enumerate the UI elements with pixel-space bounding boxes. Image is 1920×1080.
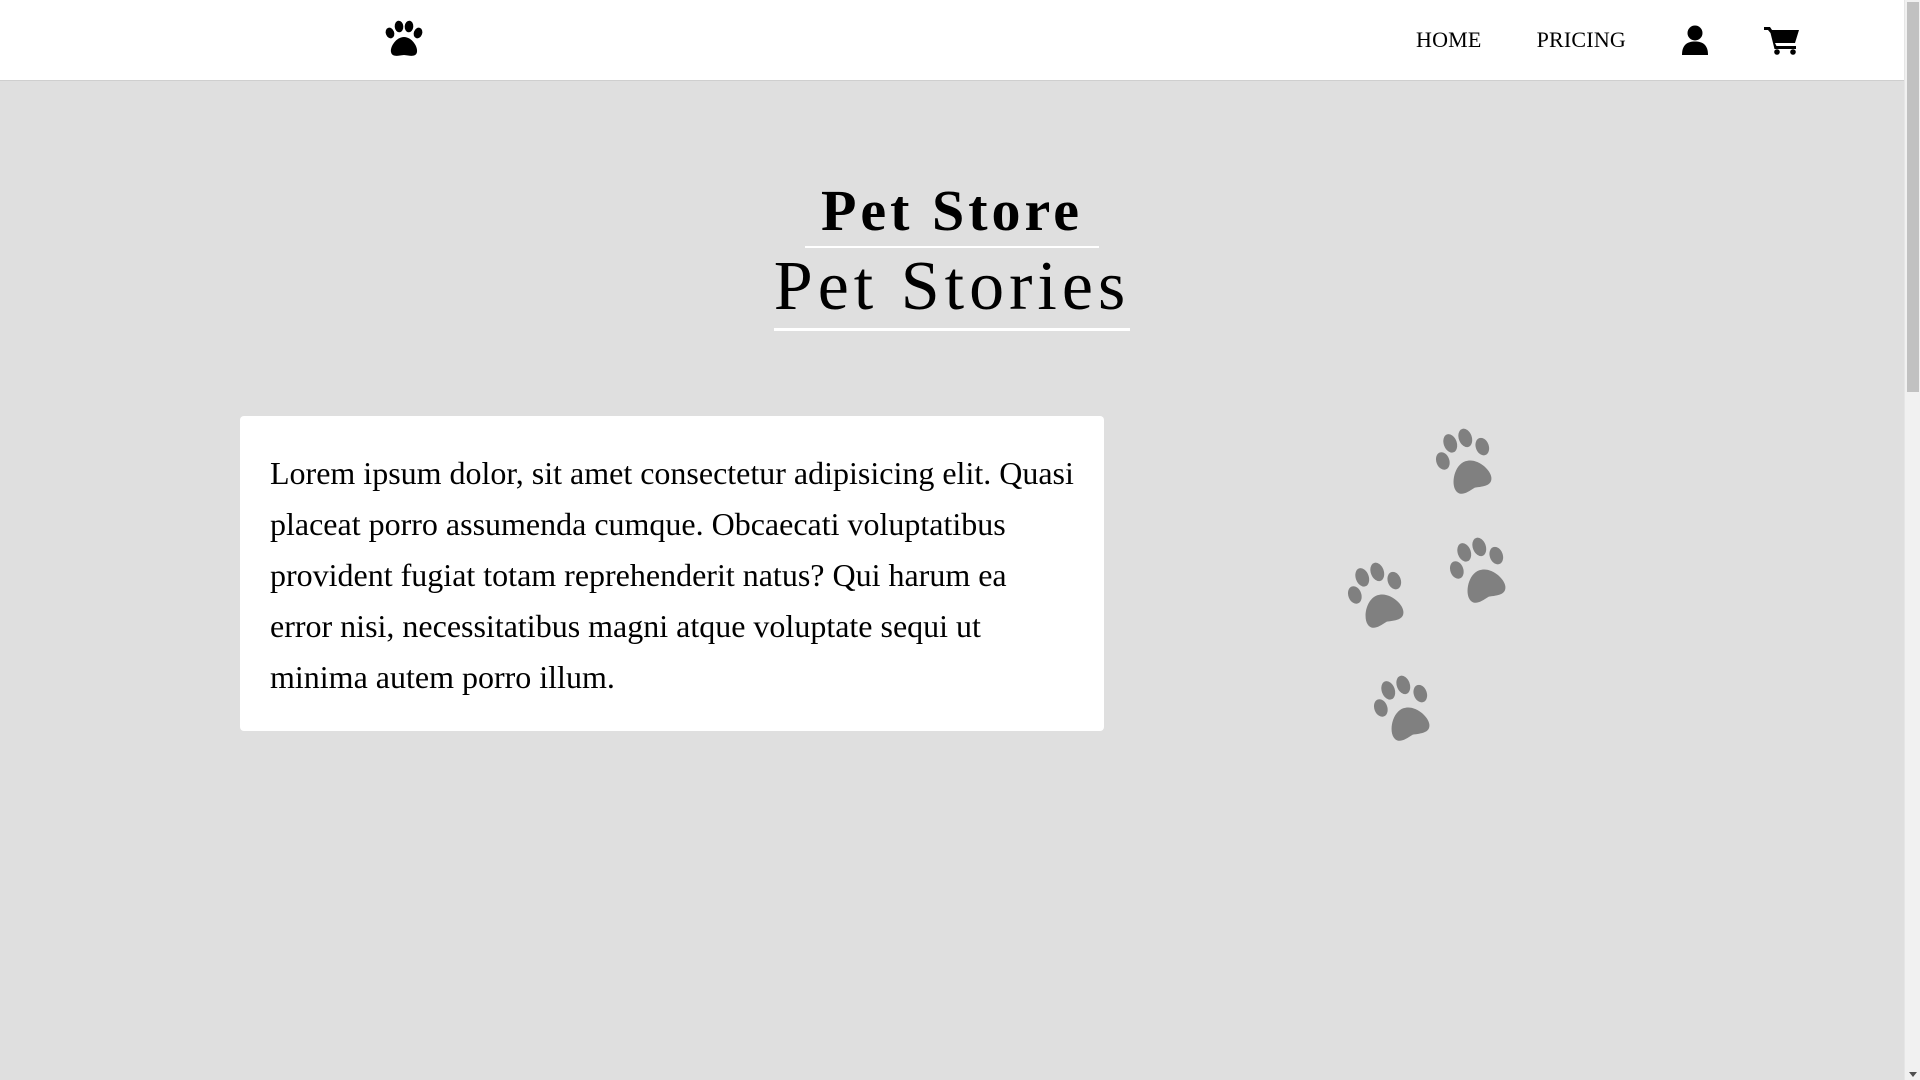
- paw-print-icon: [1449, 537, 1506, 603]
- hero-heading: Pet Store Pet Stories: [0, 180, 1904, 331]
- paw-icon[interactable]: [381, 20, 427, 60]
- paw-prints-decoration: [1330, 425, 1530, 765]
- paw-print-icon: [1347, 562, 1404, 628]
- page-title-large: Pet Stories: [773, 248, 1131, 331]
- user-icon[interactable]: [1681, 25, 1709, 55]
- paw-print-icon: [1435, 428, 1492, 494]
- scrollbar-thumb[interactable]: [1907, 2, 1919, 392]
- text-card: Lorem ipsum dolor, sit amet consectetur …: [240, 416, 1104, 731]
- nav-links: HOME PRICING: [1416, 0, 1800, 80]
- vertical-scrollbar[interactable]: [1904, 0, 1920, 1080]
- top-navbar: HOME PRICING: [0, 0, 1904, 80]
- page-title-small: Pet Store: [805, 180, 1099, 248]
- scroll-down-arrow-icon[interactable]: [1909, 1072, 1917, 1077]
- nav-link-pricing[interactable]: PRICING: [1537, 27, 1626, 53]
- cart-icon[interactable]: [1764, 25, 1800, 55]
- card-paragraph: Lorem ipsum dolor, sit amet consectetur …: [270, 455, 1074, 695]
- paw-print-icon: [1373, 675, 1430, 741]
- nav-link-home[interactable]: HOME: [1416, 27, 1482, 53]
